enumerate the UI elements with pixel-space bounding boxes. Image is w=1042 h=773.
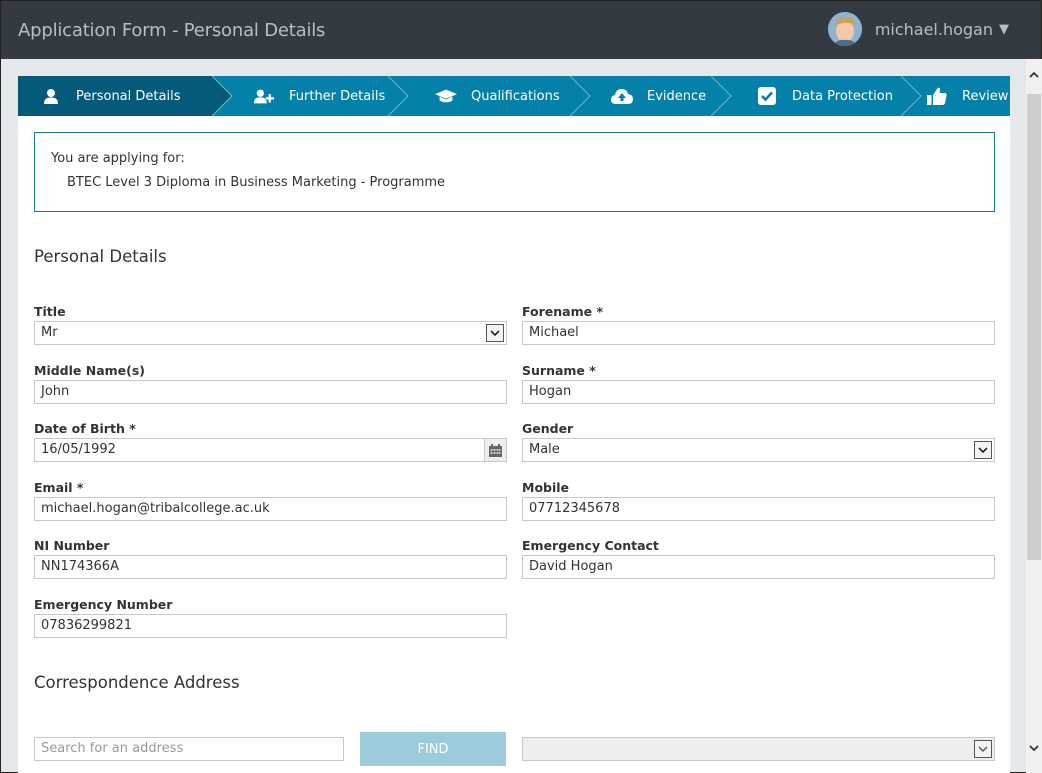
ni-number-label: NI Number bbox=[34, 538, 110, 553]
gender-select[interactable]: Male bbox=[522, 438, 995, 462]
mobile-label: Mobile bbox=[522, 480, 570, 495]
wizard-steps: Personal Details Further Details Qualifi… bbox=[18, 76, 1010, 116]
address-select[interactable] bbox=[522, 737, 995, 761]
chevron-down-icon[interactable] bbox=[974, 740, 992, 758]
step-evidence[interactable]: Evidence bbox=[570, 76, 712, 116]
dob-label: Date of Birth * bbox=[34, 421, 136, 436]
dob-value: 16/05/1992 bbox=[41, 442, 116, 457]
username[interactable]: michael.hogan bbox=[875, 20, 993, 39]
middle-name-label: Middle Name(s) bbox=[34, 363, 145, 378]
step-further-details[interactable]: Further Details bbox=[212, 76, 389, 116]
middle-name-input[interactable]: John bbox=[34, 380, 507, 404]
surname-input[interactable]: Hogan bbox=[522, 380, 995, 404]
surname-label: Surname * bbox=[522, 363, 596, 378]
step-review[interactable]: Review bbox=[901, 76, 1010, 116]
dob-input[interactable]: 16/05/1992 bbox=[34, 438, 507, 462]
emergency-contact-field: Emergency Contact David Hogan bbox=[522, 538, 995, 579]
applying-for-box: You are applying for: BTEC Level 3 Diplo… bbox=[34, 132, 995, 212]
emergency-number-label: Emergency Number bbox=[34, 597, 173, 612]
step-personal-details[interactable]: Personal Details bbox=[18, 76, 213, 116]
forename-field: Forename * Michael bbox=[522, 304, 995, 345]
forename-label: Forename * bbox=[522, 304, 603, 319]
mobile-field: Mobile 07712345678 bbox=[522, 480, 995, 521]
emergency-number-input[interactable]: 07836299821 bbox=[34, 614, 507, 638]
gender-label: Gender bbox=[522, 421, 574, 436]
cloud-upload-icon bbox=[611, 85, 633, 107]
find-button[interactable]: FIND bbox=[360, 732, 506, 766]
calendar-icon[interactable] bbox=[484, 439, 506, 461]
chevron-down-icon[interactable] bbox=[974, 441, 992, 459]
section-heading-correspondence-address: Correspondence Address bbox=[34, 673, 240, 692]
title-field: Title Mr bbox=[34, 304, 507, 345]
email-input[interactable]: michael.hogan@tribalcollege.ac.uk bbox=[34, 497, 507, 521]
scrollbar[interactable] bbox=[1026, 59, 1042, 773]
section-heading-personal-details: Personal Details bbox=[34, 247, 167, 266]
step-label: Review bbox=[962, 88, 1009, 104]
ni-number-input[interactable]: NN174366A bbox=[34, 555, 507, 579]
step-label: Personal Details bbox=[76, 88, 181, 104]
emergency-number-field: Emergency Number 07836299821 bbox=[34, 597, 507, 638]
gender-value: Male bbox=[529, 442, 560, 457]
thumbs-up-icon bbox=[926, 85, 948, 107]
surname-field: Surname * Hogan bbox=[522, 363, 995, 404]
dob-field: Date of Birth * 16/05/1992 bbox=[34, 421, 507, 462]
form-panel: You are applying for: BTEC Level 3 Diplo… bbox=[18, 116, 1010, 773]
step-label: Data Protection bbox=[792, 88, 893, 104]
middle-name-field: Middle Name(s) John bbox=[34, 363, 507, 404]
emergency-contact-label: Emergency Contact bbox=[522, 538, 659, 553]
title-label: Title bbox=[34, 304, 66, 319]
step-qualifications[interactable]: Qualifications bbox=[388, 76, 571, 116]
user-menu[interactable]: michael.hogan ▼ bbox=[827, 12, 1009, 46]
top-bar: Application Form - Personal Details mich… bbox=[1, 1, 1041, 59]
step-data-protection[interactable]: Data Protection bbox=[711, 76, 902, 116]
step-label: Evidence bbox=[647, 88, 707, 104]
step-label: Qualifications bbox=[471, 88, 560, 104]
forename-input[interactable]: Michael bbox=[522, 321, 995, 345]
scroll-up-icon[interactable] bbox=[1026, 71, 1042, 87]
title-select[interactable]: Mr bbox=[34, 321, 507, 345]
mobile-input[interactable]: 07712345678 bbox=[522, 497, 995, 521]
chevron-down-icon[interactable] bbox=[486, 324, 504, 342]
ni-number-field: NI Number NN174366A bbox=[34, 538, 507, 579]
app-title: Application Form - Personal Details bbox=[18, 20, 326, 41]
add-user-icon bbox=[253, 85, 275, 107]
emergency-contact-input[interactable]: David Hogan bbox=[522, 555, 995, 579]
checkbox-icon bbox=[756, 85, 778, 107]
scrollbar-thumb[interactable] bbox=[1027, 94, 1041, 560]
scroll-down-icon[interactable] bbox=[1026, 745, 1042, 761]
applying-for-label: You are applying for: bbox=[51, 151, 185, 166]
gender-field: Gender Male bbox=[522, 421, 995, 462]
address-search-input[interactable]: Search for an address bbox=[34, 737, 344, 761]
graduation-cap-icon bbox=[435, 85, 457, 107]
step-label: Further Details bbox=[289, 88, 386, 104]
title-value: Mr bbox=[41, 325, 58, 340]
programme-name: BTEC Level 3 Diploma in Business Marketi… bbox=[67, 175, 446, 190]
avatar bbox=[827, 12, 862, 46]
email-label: Email * bbox=[34, 480, 84, 495]
dropdown-caret-icon[interactable]: ▼ bbox=[999, 22, 1009, 37]
email-field: Email * michael.hogan@tribalcollege.ac.u… bbox=[34, 480, 507, 521]
user-icon bbox=[40, 85, 62, 107]
